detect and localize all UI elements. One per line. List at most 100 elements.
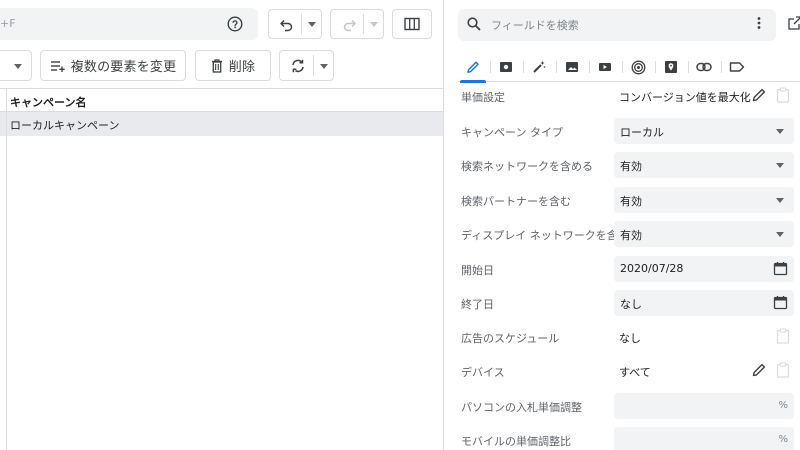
change-multiple-button[interactable]: 複数の要素を変更 (40, 50, 186, 81)
campaign-grid-pane: +F 複数の要素を変更 削除 キャンペーン名 ローカルキャンペーン (0, 0, 443, 450)
property-value: 有効 (620, 160, 642, 173)
pencil-icon[interactable] (751, 87, 767, 103)
delete-label: 削除 (228, 60, 256, 75)
change-multiple-label: 複数の要素を変更 (70, 60, 177, 75)
undo-button[interactable] (268, 9, 322, 39)
property-row-mobile-bid-adjustment: モバイルの単価調整比 % (461, 425, 800, 450)
start-date-field[interactable]: 2020/07/28 (614, 256, 794, 282)
chevron-down-icon (776, 163, 784, 168)
property-label: 検索パートナーを含む (461, 195, 571, 208)
target-icon (631, 60, 645, 74)
property-label: キャンペーン タイプ (461, 126, 563, 139)
property-label: 終了日 (461, 298, 494, 311)
property-row-end-date: 終了日 なし (461, 288, 800, 318)
property-value: ローカル (620, 126, 664, 139)
columns-button[interactable] (392, 9, 432, 39)
property-row-search-network: 検索ネットワークを含める 有効 (461, 150, 800, 180)
field-search-input[interactable] (491, 16, 731, 34)
editor-tab-strip (458, 52, 800, 83)
delete-button[interactable]: 削除 (195, 50, 271, 81)
property-editor-pane: 単価設定 コンバージョン値を最大化 キャンペーン タイプ ローカル 検索ネットワ… (443, 0, 800, 450)
property-label: パソコンの入札単価調整 (461, 401, 582, 414)
id-card-icon (500, 62, 512, 72)
add-dropdown-button[interactable] (0, 50, 32, 81)
table-row[interactable]: ローカルキャンペーン (0, 112, 443, 136)
chevron-down-icon (776, 198, 784, 203)
redo-button[interactable] (330, 9, 384, 39)
property-value: 2020/07/28 (620, 262, 684, 275)
location-pin-icon (665, 61, 677, 73)
property-value: 有効 (620, 195, 642, 208)
percent-unit: % (778, 400, 788, 411)
property-row-search-partners: 検索パートナーを含む 有効 (461, 185, 800, 215)
property-row-bid-strategy: 単価設定 コンバージョン値を最大化 (461, 81, 800, 111)
tab-video[interactable] (590, 52, 620, 82)
magic-wand-icon (533, 61, 546, 73)
open-in-new-icon[interactable] (788, 16, 800, 30)
calendar-icon[interactable] (773, 261, 788, 276)
property-value: コンバージョン値を最大化 (619, 91, 751, 104)
tab-magic-wand[interactable] (524, 52, 554, 82)
tab-link[interactable] (689, 52, 719, 82)
display-network-select[interactable]: 有効 (614, 221, 794, 247)
grid-search-input[interactable]: +F (0, 8, 258, 40)
property-label: デバイス (461, 366, 505, 379)
tab-location[interactable] (656, 52, 686, 82)
tab-label[interactable] (722, 52, 752, 82)
property-value: なし (620, 298, 642, 311)
campaign-type-select[interactable]: ローカル (614, 118, 794, 144)
refresh-button[interactable] (279, 50, 334, 81)
chevron-down-icon (776, 129, 784, 134)
add-dropdown-caret (14, 64, 22, 69)
pencil-icon[interactable] (751, 362, 767, 378)
property-label: 開始日 (461, 264, 494, 277)
undo-dropdown-caret[interactable] (308, 22, 316, 27)
property-row-ad-schedule: 広告のスケジュール なし (461, 322, 800, 352)
grid-divider (6, 88, 7, 450)
bulk-edit-icon (50, 60, 65, 72)
field-search-box (458, 9, 776, 41)
clipboard-icon[interactable] (776, 87, 790, 103)
desktop-bid-adjustment-input[interactable]: % (614, 393, 794, 419)
clipboard-icon[interactable] (776, 362, 790, 378)
help-icon[interactable] (227, 16, 243, 32)
tab-id-card[interactable] (491, 52, 521, 82)
refresh-search-icon (292, 59, 304, 73)
property-row-start-date: 開始日 2020/07/28 (461, 254, 800, 284)
trash-icon (211, 58, 222, 73)
refresh-dropdown-caret[interactable] (320, 64, 328, 69)
property-label: モバイルの単価調整比 (461, 435, 571, 448)
redo-icon (343, 19, 356, 32)
tab-targeting[interactable] (623, 52, 653, 82)
redo-dropdown-caret[interactable] (370, 22, 378, 27)
property-value: 有効 (620, 229, 642, 242)
end-date-field[interactable]: なし (614, 290, 794, 316)
label-tag-icon (729, 62, 745, 72)
percent-unit: % (778, 434, 788, 445)
clipboard-icon[interactable] (776, 328, 790, 344)
calendar-icon[interactable] (773, 295, 788, 310)
search-shortcut-hint: +F (0, 17, 16, 30)
property-label: 単価設定 (461, 91, 505, 104)
more-options-icon[interactable] (752, 16, 766, 30)
property-row-campaign-type: キャンペーン タイプ ローカル (461, 116, 800, 146)
property-row-desktop-bid-adjustment: パソコンの入札単価調整 % (461, 391, 800, 421)
mobile-bid-adjustment-input[interactable]: % (614, 427, 794, 450)
video-icon (599, 63, 611, 71)
property-label: 広告のスケジュール (461, 332, 560, 345)
tab-image-ad[interactable] (557, 52, 587, 82)
chevron-down-icon (776, 232, 784, 237)
property-row-display-network: ディスプレイ ネットワークを含める 有効 (461, 219, 800, 249)
search-network-select[interactable]: 有効 (614, 152, 794, 178)
undo-icon (280, 19, 293, 32)
property-row-devices: デバイス すべて (461, 356, 800, 386)
property-label: 検索ネットワークを含める (461, 160, 593, 173)
property-value: すべて (619, 366, 651, 379)
tab-edit[interactable] (458, 52, 488, 83)
property-value: なし (619, 332, 641, 345)
column-header-campaign-name[interactable]: キャンペーン名 (0, 88, 443, 112)
image-ad-icon (566, 62, 578, 72)
search-partners-select[interactable]: 有効 (614, 187, 794, 213)
columns-icon (404, 17, 420, 31)
pencil-icon (467, 61, 479, 73)
